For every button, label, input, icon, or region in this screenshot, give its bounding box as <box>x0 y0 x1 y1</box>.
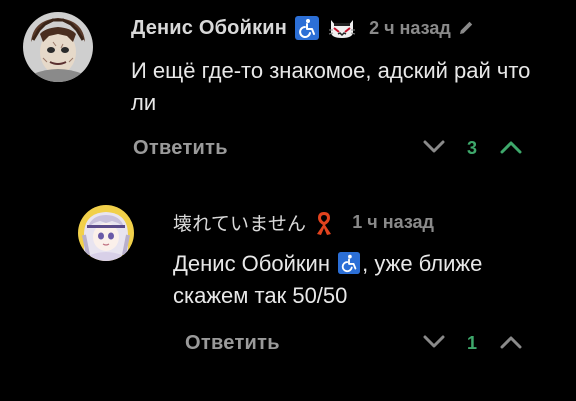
avatar[interactable] <box>23 12 93 82</box>
avatar[interactable] <box>78 205 134 261</box>
comment-body: Денис Обойкин , уже ближе скажем так 50/… <box>173 248 543 312</box>
comment-author[interactable]: Денис Обойкин <box>131 17 287 40</box>
chevron-down-icon <box>423 335 445 348</box>
comments-thread: Денис Обойкин 2 ч назад И ещё где-то зна… <box>0 0 576 401</box>
wheelchair-badge-icon <box>295 16 320 40</box>
chevron-down-icon <box>423 140 445 153</box>
downvote-button[interactable] <box>421 332 447 352</box>
vote-score: 1 <box>467 333 478 353</box>
reply-button[interactable]: Ответить <box>133 137 228 160</box>
comment-timestamp: 2 ч назад <box>369 17 451 38</box>
vote-score: 3 <box>467 138 478 158</box>
upvote-button[interactable] <box>498 332 524 352</box>
comment-timestamp: 1 ч назад <box>352 211 434 232</box>
comment-body: И ещё где-то знакомое, адский рай что ли <box>131 58 531 115</box>
cat-badge-icon <box>327 16 357 40</box>
pencil-icon <box>457 19 475 37</box>
chevron-up-icon <box>500 141 522 154</box>
chevron-up-icon <box>500 336 522 349</box>
comment-author[interactable]: 壊れていません <box>173 209 306 236</box>
wheelchair-badge-icon <box>338 251 361 274</box>
downvote-button[interactable] <box>421 137 447 157</box>
upvote-button[interactable] <box>498 137 524 157</box>
reply-button[interactable]: Ответить <box>185 332 280 355</box>
ribbon-badge-icon <box>314 210 334 235</box>
user-mention[interactable]: Денис Обойкин <box>173 251 330 276</box>
